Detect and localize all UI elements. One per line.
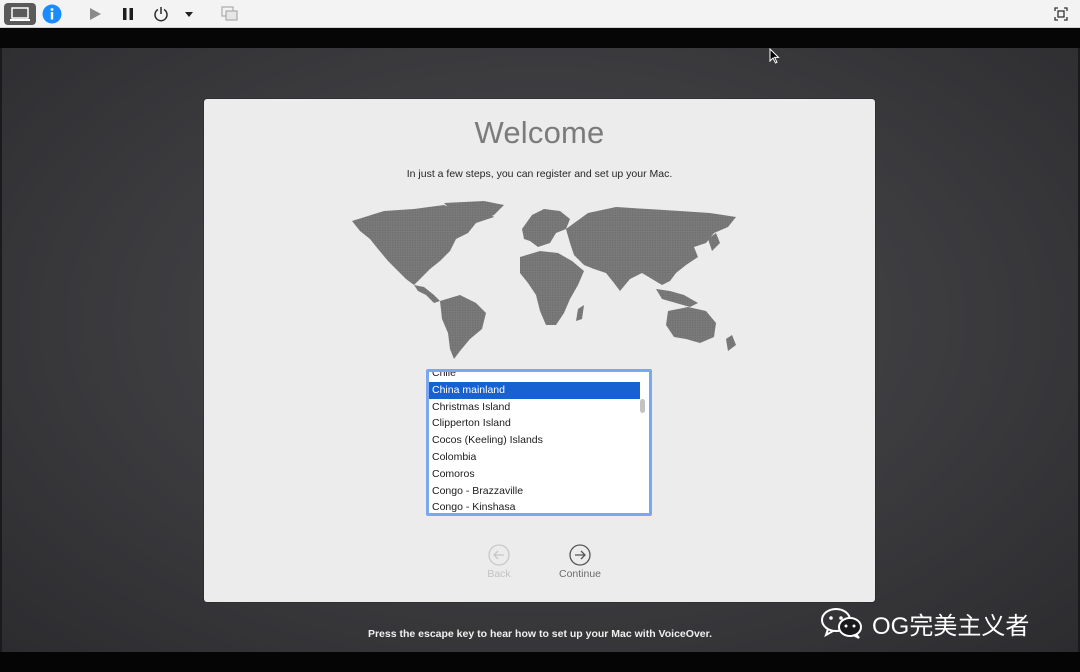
monitor-icon[interactable] [4, 3, 36, 25]
list-item[interactable]: Colombia [429, 449, 640, 466]
info-icon[interactable] [41, 3, 63, 25]
mouse-cursor-icon [769, 47, 780, 69]
watermark: OG完美主义者 [820, 606, 1029, 640]
world-map-illustration [352, 201, 736, 359]
fullscreen-icon[interactable] [1050, 3, 1072, 25]
setup-assistant-panel: Welcome In just a few steps, you can reg… [204, 99, 875, 602]
caret-down-icon[interactable] [180, 3, 198, 25]
page-title: Welcome [474, 115, 605, 150]
wechat-icon [821, 608, 862, 639]
vm-toolbar [0, 0, 1080, 28]
continue-label: Continue [558, 568, 602, 580]
list-item[interactable]: Congo - Kinshasa [429, 499, 640, 513]
list-scrollbar[interactable] [640, 399, 645, 413]
snapshot-icon[interactable] [218, 3, 242, 25]
vm-bottom-border [0, 652, 1080, 672]
back-button[interactable]: Back [469, 544, 529, 580]
list-item[interactable]: Cocos (Keeling) Islands [429, 432, 640, 449]
arrow-left-circle-icon [488, 544, 510, 566]
list-item[interactable]: Clipperton Island [429, 415, 640, 432]
continue-button[interactable]: Continue [550, 544, 610, 580]
arrow-right-circle-icon [569, 544, 591, 566]
country-list[interactable]: Chile China mainland Christmas Island Clipp… [426, 369, 652, 516]
page-subtitle: In just a few steps, you can register an… [406, 168, 673, 180]
back-label: Back [487, 568, 511, 580]
list-item[interactable]: Christmas Island [429, 399, 640, 416]
vm-top-border [0, 28, 1080, 48]
play-icon[interactable] [85, 3, 105, 25]
watermark-text: OG完美主义者 [872, 612, 1030, 640]
list-item[interactable]: Congo - Brazzaville [429, 483, 640, 500]
pause-icon[interactable] [118, 3, 138, 25]
list-item[interactable]: Comoros [429, 466, 640, 483]
list-item[interactable]: China mainland [429, 381, 640, 399]
list-item[interactable]: Chile [429, 372, 640, 382]
power-icon[interactable] [150, 3, 172, 25]
